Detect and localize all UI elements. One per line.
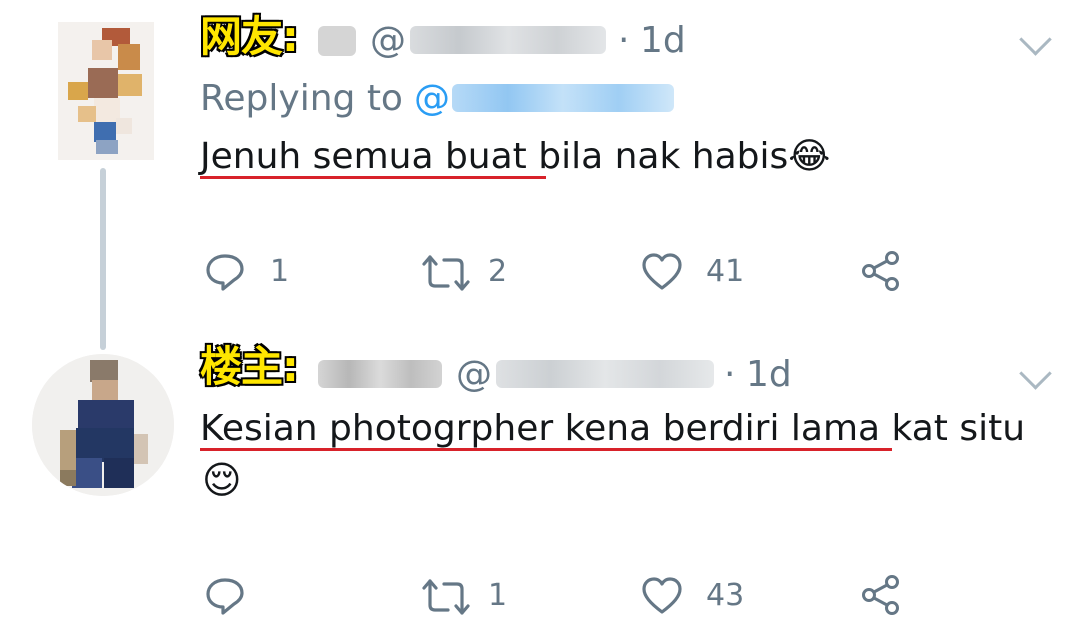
tweet-text: Jenuh semua buat bila nak habis😂 — [200, 136, 830, 177]
separator-dot: · — [724, 354, 736, 395]
handle-redacted[interactable] — [496, 360, 714, 388]
share-icon — [862, 251, 899, 291]
like-count: 41 — [706, 254, 745, 289]
reply-icon — [206, 578, 244, 615]
retweet-count: 1 — [488, 578, 508, 613]
chevron-down-icon[interactable] — [1019, 357, 1052, 390]
reply-mention-at[interactable]: @ — [414, 78, 450, 119]
heart-icon — [642, 253, 682, 290]
share-button[interactable] — [860, 574, 902, 616]
reply-button[interactable] — [204, 576, 246, 616]
handle-at[interactable]: @ — [456, 354, 492, 395]
reply-count: 1 — [270, 254, 290, 289]
chevron-down-icon[interactable] — [1019, 23, 1052, 56]
emoji: 😌 — [202, 458, 242, 502]
avatar-image — [58, 22, 154, 160]
avatar-image — [32, 354, 174, 496]
tweet-text-content: Kesian photogrpher kena berdiri lama kat… — [200, 408, 1026, 449]
handle-at[interactable]: @ — [370, 20, 406, 61]
retweet-icon — [422, 255, 470, 291]
avatar[interactable] — [58, 22, 154, 160]
retweet-button[interactable] — [420, 578, 472, 616]
tweet-text-content: Jenuh semua buat bila nak habis — [200, 136, 789, 177]
like-button[interactable] — [640, 252, 684, 292]
share-button[interactable] — [860, 250, 902, 292]
reply-button[interactable] — [204, 252, 246, 292]
reply-icon — [206, 254, 244, 291]
avatar[interactable] — [32, 354, 174, 496]
user-tag: 楼主: — [199, 342, 300, 391]
user-tag: 网友: — [199, 12, 300, 61]
tweet-text: Kesian photogrpher kena berdiri lama kat… — [200, 408, 1025, 449]
annotation-underline — [200, 176, 546, 179]
retweet-button[interactable] — [420, 254, 472, 292]
emoji: 😂 — [788, 136, 831, 177]
handle-redacted[interactable] — [410, 26, 606, 54]
thread-connector — [100, 168, 106, 350]
like-button[interactable] — [640, 576, 684, 616]
display-name-redacted[interactable] — [318, 360, 442, 388]
share-icon — [862, 575, 899, 615]
like-count: 43 — [706, 578, 745, 613]
annotation-underline — [200, 448, 892, 451]
separator-dot: · — [618, 20, 630, 61]
timestamp[interactable]: 1d — [746, 354, 792, 395]
reply-mention-redacted[interactable] — [452, 84, 674, 112]
retweet-count: 2 — [488, 254, 508, 289]
replying-to-label: Replying to — [200, 78, 403, 119]
timestamp[interactable]: 1d — [640, 20, 686, 61]
display-name-redacted[interactable] — [318, 26, 356, 56]
heart-icon — [642, 577, 682, 614]
retweet-icon — [422, 579, 470, 615]
